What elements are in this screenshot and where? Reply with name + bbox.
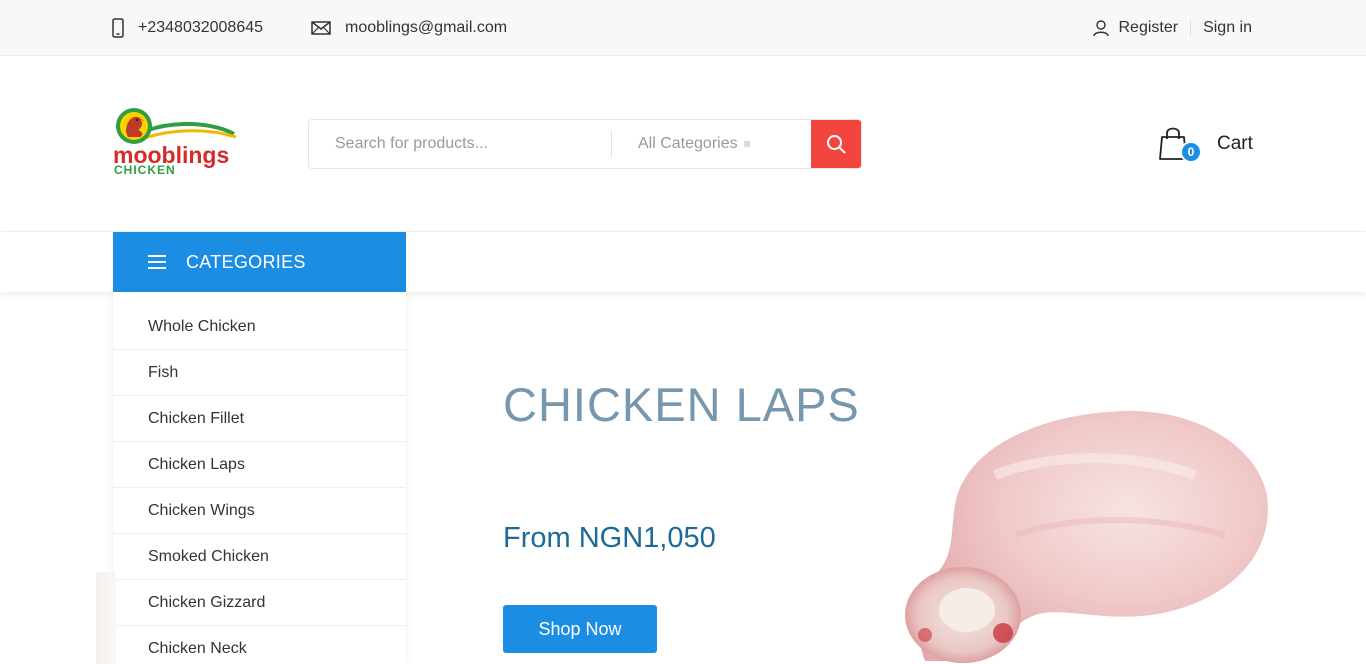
nav-bar: CATEGORIES xyxy=(0,232,1366,292)
mail-icon xyxy=(311,21,331,35)
category-item-chicken-gizzard[interactable]: Chicken Gizzard xyxy=(113,580,406,626)
svg-text:CHICKEN: CHICKEN xyxy=(114,163,176,177)
category-item-chicken-neck[interactable]: Chicken Neck xyxy=(113,626,406,664)
category-item-chicken-wings[interactable]: Chicken Wings xyxy=(113,488,406,534)
hero-background-edge xyxy=(96,572,116,664)
category-list: Whole Chicken Fish Chicken Fillet Chicke… xyxy=(113,292,406,664)
phone-icon xyxy=(112,18,124,38)
search-icon xyxy=(827,135,846,154)
top-bar: +2348032008645 mooblings@gmail.com Regis… xyxy=(0,0,1366,56)
search-button[interactable] xyxy=(811,120,861,168)
category-item-whole-chicken[interactable]: Whole Chicken xyxy=(113,292,406,350)
cart-link[interactable]: 0 Cart xyxy=(1158,124,1253,164)
search-input[interactable] xyxy=(309,120,611,168)
auth-divider xyxy=(1190,20,1192,36)
register-link[interactable]: Register xyxy=(1119,19,1179,37)
logo-graphic: mooblings CHICKEN xyxy=(113,108,237,177)
email-contact[interactable]: mooblings@gmail.com xyxy=(311,0,507,56)
auth-links: Register Sign in xyxy=(1092,0,1252,56)
category-select[interactable]: All Categories ≡ xyxy=(612,120,812,168)
menu-icon xyxy=(148,255,166,269)
category-item-chicken-fillet[interactable]: Chicken Fillet xyxy=(113,396,406,442)
user-icon xyxy=(1092,19,1109,36)
hero-price: From NGN1,050 xyxy=(503,522,716,554)
cart-label: Cart xyxy=(1217,133,1253,154)
category-select-value: All Categories xyxy=(638,135,738,152)
phone-number: +2348032008645 xyxy=(138,19,264,36)
categories-toggle[interactable]: CATEGORIES xyxy=(113,232,406,292)
categories-toggle-label: CATEGORIES xyxy=(186,251,306,272)
email-address: mooblings@gmail.com xyxy=(345,19,508,36)
category-item-chicken-laps[interactable]: Chicken Laps xyxy=(113,442,406,488)
main-header: mooblings CHICKEN All Categories ≡ 0 Car… xyxy=(0,56,1366,232)
phone-contact[interactable]: +2348032008645 xyxy=(112,0,263,56)
hero-title: CHICKEN LAPS xyxy=(503,378,860,431)
select-caret-icon: ≡ xyxy=(743,137,751,151)
site-logo[interactable]: mooblings CHICKEN xyxy=(112,106,247,178)
chicken-leg-graphic xyxy=(905,410,1268,663)
category-item-smoked-chicken[interactable]: Smoked Chicken xyxy=(113,534,406,580)
chicken-leg-image xyxy=(895,395,1270,664)
signin-link[interactable]: Sign in xyxy=(1203,19,1252,37)
cart-count-badge: 0 xyxy=(1180,141,1202,163)
search-bar: All Categories ≡ xyxy=(308,119,862,169)
cart-icon-wrap: 0 xyxy=(1158,125,1202,163)
category-item-fish[interactable]: Fish xyxy=(113,350,406,396)
shop-now-button[interactable]: Shop Now xyxy=(503,605,657,653)
